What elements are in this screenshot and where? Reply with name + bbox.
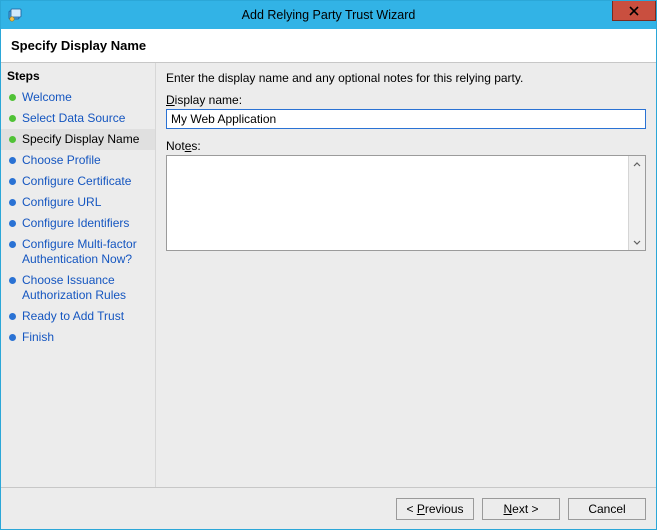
step-label: Welcome [22, 90, 72, 105]
window-title: Add Relying Party Trust Wizard [1, 8, 656, 22]
footer: < Previous Next > Cancel [1, 487, 656, 529]
step-label: Configure Identifiers [22, 216, 129, 231]
steps-title: Steps [1, 67, 155, 87]
step-item[interactable]: Welcome [1, 87, 155, 108]
close-button[interactable] [612, 1, 656, 21]
step-item[interactable]: Ready to Add Trust [1, 306, 155, 327]
scroll-up-icon[interactable] [629, 156, 645, 173]
step-label: Specify Display Name [22, 132, 139, 147]
step-item[interactable]: Choose Profile [1, 150, 155, 171]
step-item[interactable]: Configure Certificate [1, 171, 155, 192]
steps-sidebar: Steps Welcome Select Data Source Specify D… [1, 63, 156, 487]
page-title: Specify Display Name [11, 38, 146, 53]
step-bullet-icon [9, 178, 16, 185]
step-bullet-icon [9, 94, 16, 101]
notes-scrollbar[interactable] [628, 156, 645, 250]
step-item[interactable]: Select Data Source [1, 108, 155, 129]
titlebar: Add Relying Party Trust Wizard [1, 1, 656, 29]
step-label: Choose Profile [22, 153, 101, 168]
step-bullet-icon [9, 334, 16, 341]
step-label: Configure URL [22, 195, 101, 210]
previous-button[interactable]: < Previous [396, 498, 474, 520]
step-label: Finish [22, 330, 54, 345]
step-item[interactable]: Finish [1, 327, 155, 348]
step-label: Ready to Add Trust [22, 309, 124, 324]
step-bullet-icon [9, 199, 16, 206]
next-button[interactable]: Next > [482, 498, 560, 520]
step-item[interactable]: Configure Multi-factor Authentication No… [1, 234, 155, 270]
step-label: Choose Issuance Authorization Rules [22, 273, 149, 303]
display-name-input[interactable] [166, 109, 646, 129]
step-item[interactable]: Configure URL [1, 192, 155, 213]
step-bullet-icon [9, 136, 16, 143]
app-icon [7, 7, 23, 23]
step-item[interactable]: Configure Identifiers [1, 213, 155, 234]
step-item[interactable]: Choose Issuance Authorization Rules [1, 270, 155, 306]
wizard-window: Add Relying Party Trust Wizard Specify D… [0, 0, 657, 530]
notes-container [166, 155, 646, 251]
body: Steps Welcome Select Data Source Specify D… [1, 63, 656, 487]
step-bullet-icon [9, 277, 16, 284]
step-label: Configure Multi-factor Authentication No… [22, 237, 149, 267]
instruction-text: Enter the display name and any optional … [166, 71, 646, 85]
scroll-down-icon[interactable] [629, 233, 645, 250]
notes-label: Notes: [166, 139, 646, 153]
close-icon [629, 6, 639, 16]
step-bullet-icon [9, 241, 16, 248]
steps-list: Welcome Select Data Source Specify Display… [1, 87, 155, 348]
cancel-button[interactable]: Cancel [568, 498, 646, 520]
display-name-label: Display name: [166, 93, 646, 107]
step-bullet-icon [9, 220, 16, 227]
step-bullet-icon [9, 313, 16, 320]
step-label: Configure Certificate [22, 174, 131, 189]
step-bullet-icon [9, 115, 16, 122]
step-bullet-icon [9, 157, 16, 164]
main-panel: Enter the display name and any optional … [156, 63, 656, 487]
notes-input[interactable] [167, 156, 628, 250]
page-header: Specify Display Name [1, 29, 656, 63]
step-label: Select Data Source [22, 111, 125, 126]
step-item: Specify Display Name [1, 129, 155, 150]
